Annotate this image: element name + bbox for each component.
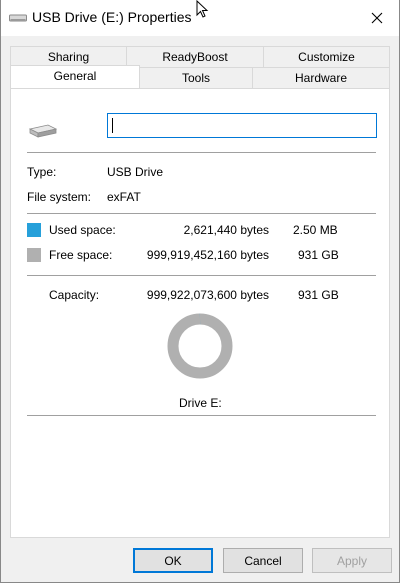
window-title: USB Drive (E:) Properties <box>32 9 192 25</box>
tab-label: General <box>53 69 97 83</box>
tab-customize[interactable]: Customize <box>263 46 390 67</box>
tab-tools[interactable]: Tools <box>139 67 253 88</box>
capacity-size: 931 GB <box>298 288 339 302</box>
apply-button[interactable]: Apply <box>312 548 392 573</box>
tab-label: Tools <box>181 71 210 85</box>
tab-row-back: Sharing ReadyBoost Customize <box>10 46 390 67</box>
separator <box>27 415 376 416</box>
close-icon <box>371 12 383 24</box>
tab-row-front: General Tools Hardware <box>10 65 390 88</box>
used-space-bytes: 2,621,440 bytes <box>183 223 269 237</box>
general-panel: Type: USB Drive File system: exFAT Used … <box>10 88 390 538</box>
capacity-label: Capacity: <box>49 288 100 302</box>
title-bar[interactable]: USB Drive (E:) Properties <box>1 0 399 36</box>
mouse-cursor-icon <box>196 0 209 18</box>
tab-sharing[interactable]: Sharing <box>10 46 127 67</box>
tab-general[interactable]: General <box>10 65 140 88</box>
free-space-size: 931 GB <box>298 248 339 262</box>
ok-button[interactable]: OK <box>133 548 213 573</box>
file-system-value: exFAT <box>107 190 141 204</box>
close-button[interactable] <box>355 0 399 36</box>
tab-readyboost[interactable]: ReadyBoost <box>126 46 264 67</box>
file-system-label: File system: <box>27 190 92 204</box>
drive-label: Drive E: <box>179 396 222 410</box>
tab-label: Customize <box>298 50 355 64</box>
free-space-ring <box>167 313 233 379</box>
capacity-bytes: 999,922,073,600 bytes <box>146 288 269 302</box>
drive-name-input[interactable] <box>107 113 377 138</box>
properties-window: USB Drive (E:) Properties Sharing ReadyB… <box>0 0 400 583</box>
text-caret <box>112 118 113 133</box>
separator <box>27 152 376 153</box>
tab-label: ReadyBoost <box>162 50 228 64</box>
cancel-button[interactable]: Cancel <box>223 548 303 573</box>
usb-drive-icon <box>28 124 58 138</box>
tab-label: Sharing <box>47 50 90 64</box>
separator <box>27 213 376 214</box>
disk-usage-donut <box>167 313 233 379</box>
type-value: USB Drive <box>107 165 164 179</box>
free-space-label: Free space: <box>49 248 113 262</box>
free-space-swatch <box>27 248 41 262</box>
free-space-bytes: 999,919,452,160 bytes <box>146 248 269 262</box>
usb-drive-icon <box>9 14 27 22</box>
used-space-label: Used space: <box>49 223 116 237</box>
type-label: Type: <box>27 165 57 179</box>
used-space-swatch <box>27 223 41 237</box>
used-space-size: 2.50 MB <box>293 223 338 237</box>
tab-label: Hardware <box>294 71 348 85</box>
tab-hardware[interactable]: Hardware <box>252 67 390 88</box>
separator <box>27 275 376 276</box>
